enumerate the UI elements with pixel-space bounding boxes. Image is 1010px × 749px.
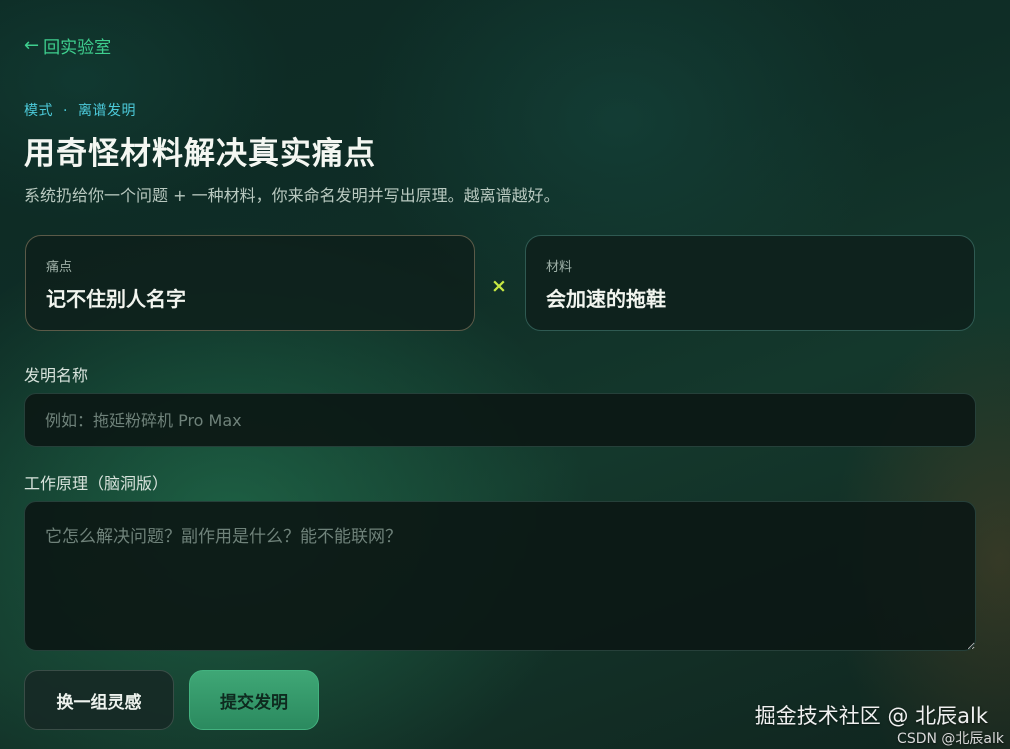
page-title: 用奇怪材料解决真实痛点 bbox=[24, 136, 376, 172]
watermark-juejin: 掘金技术社区 @ 北辰alk bbox=[754, 704, 988, 728]
material-value: 会加速的拖鞋 bbox=[546, 287, 666, 311]
pain-point-value: 记不住别人名字 bbox=[46, 287, 186, 311]
mode-name: 离谱发明 bbox=[77, 103, 136, 119]
mode-separator: · bbox=[63, 103, 68, 119]
principle-label: 工作原理（脑洞版） bbox=[24, 474, 169, 493]
arrow-left-icon: ← bbox=[24, 34, 40, 56]
material-card: 材料 会加速的拖鞋 bbox=[525, 235, 975, 331]
material-label: 材料 bbox=[546, 260, 573, 275]
mode-prefix: 模式 bbox=[24, 103, 53, 119]
page-subtitle: 系统扔给你一个问题 + 一种材料，你来命名发明并写出原理。越离谱越好。 bbox=[24, 186, 560, 205]
invention-name-input[interactable] bbox=[24, 393, 976, 447]
watermark-csdn: CSDN @北辰alk bbox=[897, 731, 1004, 747]
mode-indicator: 模式 · 离谱发明 bbox=[24, 100, 136, 120]
pain-point-label: 痛点 bbox=[46, 260, 73, 275]
times-icon: × bbox=[491, 275, 507, 297]
back-link-label: 回实验室 bbox=[43, 38, 112, 58]
pain-point-card: 痛点 记不住别人名字 bbox=[25, 235, 475, 331]
principle-textarea[interactable] bbox=[24, 501, 976, 651]
shuffle-inspiration-button[interactable]: 换一组灵感 bbox=[24, 670, 174, 730]
submit-invention-button[interactable]: 提交发明 bbox=[189, 670, 319, 730]
back-to-lab-link[interactable]: ← 回实验室 bbox=[24, 33, 111, 58]
invention-name-label: 发明名称 bbox=[24, 366, 89, 385]
